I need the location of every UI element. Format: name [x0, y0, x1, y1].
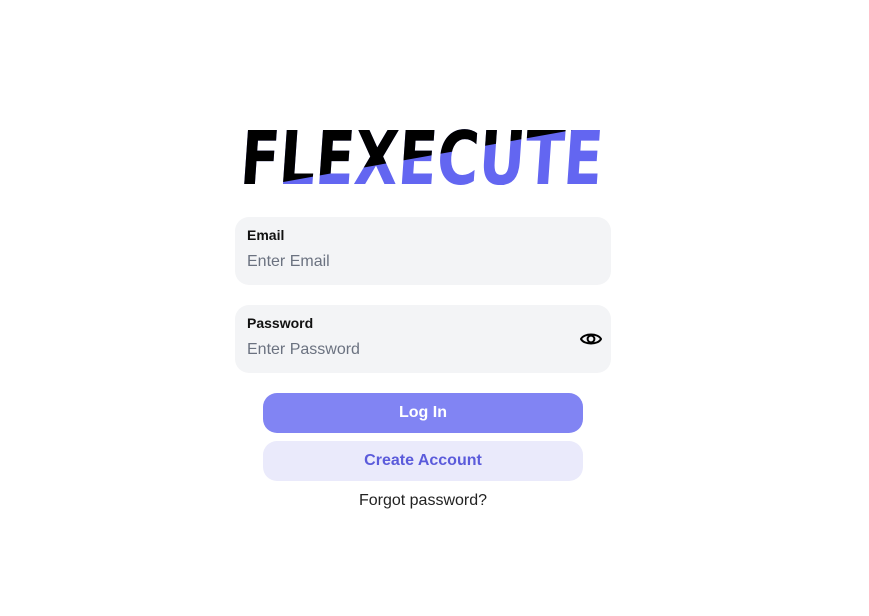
forgot-password-link[interactable]: Forgot password?: [263, 492, 583, 510]
email-label: Email: [247, 227, 285, 243]
login-button[interactable]: Log In: [263, 393, 583, 433]
login-page: FLEXECUTE FLEXECUTE Email Password Log I…: [0, 0, 869, 616]
password-label: Password: [247, 315, 314, 331]
password-input[interactable]: [247, 338, 557, 362]
password-field-container: Password: [235, 305, 611, 373]
email-input[interactable]: [247, 250, 557, 274]
brand-logo: FLEXECUTE FLEXECUTE: [240, 112, 608, 190]
create-account-button[interactable]: Create Account: [263, 441, 583, 481]
email-field-container: Email: [235, 217, 611, 285]
logo-wordmark: FLEXECUTE FLEXECUTE: [240, 116, 606, 190]
eye-icon[interactable]: [579, 328, 603, 350]
